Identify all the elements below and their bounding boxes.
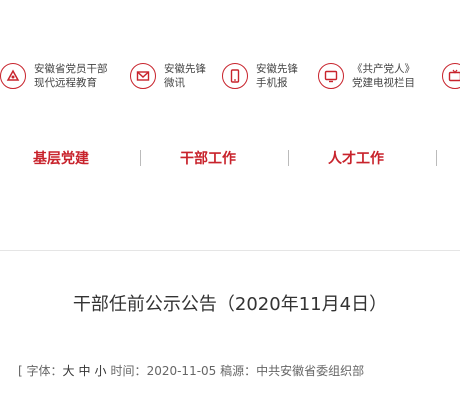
page-title: 干部任前公示公告（2020年11月4日） (72, 294, 388, 315)
quick-link-partial[interactable] (442, 56, 460, 96)
tv-icon (318, 63, 344, 89)
font-size-label: [ 字体： (18, 364, 63, 378)
quick-link-line1: 安徽先锋 (256, 63, 298, 75)
quick-link-remote-education[interactable]: 安徽省党员干部 现代远程教育 (0, 56, 108, 96)
time-label: 时间： (110, 364, 147, 378)
nav-separator (436, 150, 437, 166)
article-meta: [ 字体：大中小时间：2020-11-05 稿源：中共安徽省委组织部 (18, 362, 364, 379)
font-size-medium-button[interactable]: 中 (79, 364, 91, 378)
quick-link-line1: 安徽省党员干部 (34, 63, 108, 75)
font-size-large-button[interactable]: 大 (63, 364, 75, 378)
quick-link-line2: 手机报 (256, 77, 288, 89)
quick-link-line1: 《共产党人》 (352, 63, 415, 75)
nav-item-talent[interactable]: 人才工作 (328, 148, 384, 168)
nav-separator (140, 150, 141, 166)
nav-item-cadre[interactable]: 干部工作 (180, 148, 236, 168)
quick-links-bar: 安徽省党员干部 现代远程教育 安徽先锋 微讯 安徽先锋 手机报 《共产党人》 党… (0, 56, 460, 96)
publish-date: 2020-11-05 (146, 364, 217, 378)
main-nav: 基层党建 干部工作 人才工作 (0, 140, 460, 176)
quick-link-line2: 现代远程教育 (34, 77, 97, 89)
font-size-small-button[interactable]: 小 (95, 364, 107, 378)
quick-link-line2: 党建电视栏目 (352, 77, 415, 89)
nav-item-grassroots[interactable]: 基层党建 (33, 148, 89, 168)
broadcast-icon (0, 63, 26, 89)
tv-icon (442, 63, 460, 89)
mobile-icon (222, 63, 248, 89)
content-divider (0, 250, 460, 251)
source-value: 中共安徽省委组织部 (256, 364, 365, 378)
source-label: 稿源： (220, 364, 257, 378)
nav-separator (288, 150, 289, 166)
quick-link-mobile-news[interactable]: 安徽先锋 手机报 (222, 56, 298, 96)
quick-link-party-tv[interactable]: 《共产党人》 党建电视栏目 (318, 56, 415, 96)
quick-link-line1: 安徽先锋 (164, 63, 206, 75)
quick-link-weixun[interactable]: 安徽先锋 微讯 (130, 56, 206, 96)
mail-icon (130, 63, 156, 89)
quick-link-line2: 微讯 (164, 77, 185, 89)
